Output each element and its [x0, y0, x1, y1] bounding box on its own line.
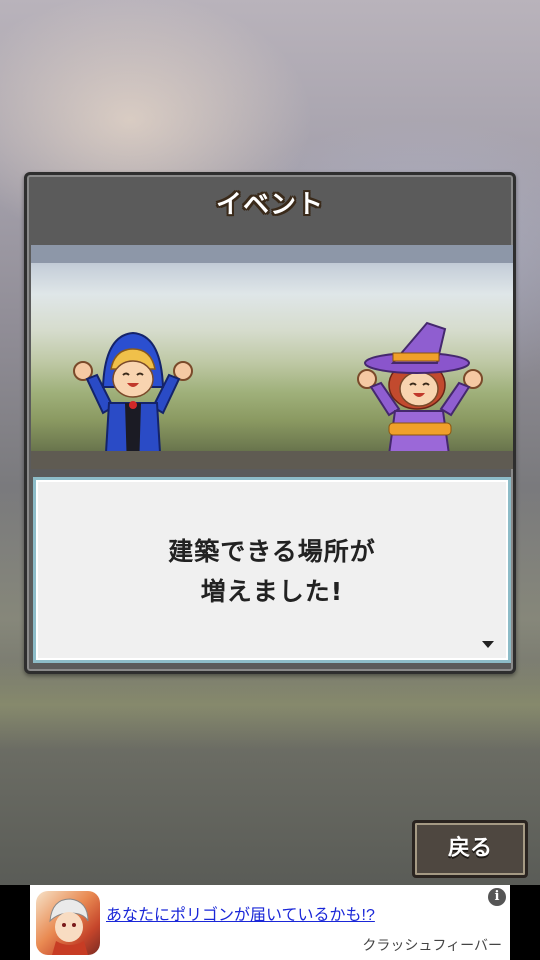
ad-character-image	[49, 898, 89, 955]
message-line-1: 建築できる場所が	[168, 537, 376, 566]
message-box[interactable]: 建築できる場所が 増えました!	[33, 477, 511, 663]
ad-content[interactable]: あなたにポリゴンが届いているかも!? クラッシュフィーバー i	[30, 885, 510, 960]
event-scene	[31, 245, 513, 469]
purple-witch-character	[357, 321, 483, 469]
ad-app-icon[interactable]	[36, 891, 100, 955]
message-line-2: 増えました!	[200, 577, 344, 606]
next-arrow-icon	[482, 641, 494, 648]
blue-hooded-wizard-character	[73, 331, 193, 469]
dialog-title: イベント	[215, 190, 324, 220]
back-button[interactable]: 戻る	[412, 820, 528, 878]
info-icon[interactable]: i	[488, 888, 506, 906]
ad-title-link[interactable]: あなたにポリゴンが届いているかも!?	[106, 901, 375, 925]
event-dialog: イベント 建築できる場所が 増えました!	[24, 172, 516, 674]
ad-banner[interactable]: あなたにポリゴンが届いているかも!? クラッシュフィーバー i	[0, 885, 540, 960]
ad-advertiser: クラッシュフィーバー	[362, 937, 502, 953]
event-message: 建築できる場所が 増えました!	[36, 532, 508, 612]
